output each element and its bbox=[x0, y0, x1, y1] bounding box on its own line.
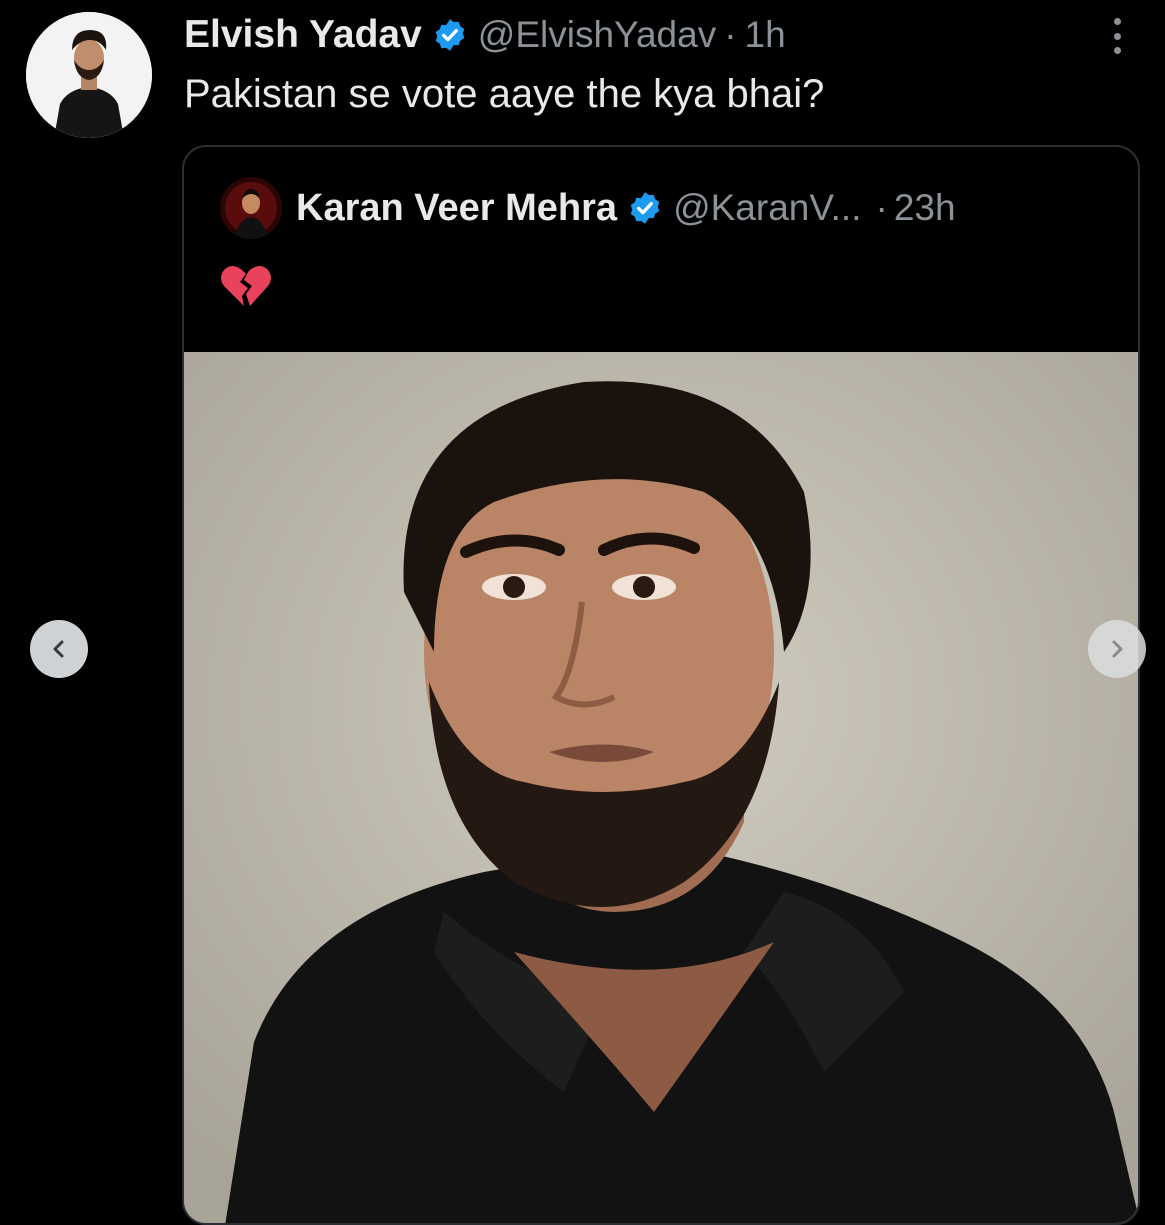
quoted-tweet-photo[interactable] bbox=[184, 352, 1138, 1223]
more-options-icon[interactable] bbox=[1100, 14, 1134, 58]
quote-author-handle[interactable]: @KaranV... bbox=[673, 187, 861, 229]
chevron-right-icon[interactable] bbox=[1088, 620, 1146, 678]
quote-author-name[interactable]: Karan Veer Mehra bbox=[296, 187, 617, 230]
quote-meta-separator: · bbox=[875, 187, 888, 228]
verified-badge-icon bbox=[627, 190, 663, 226]
author-avatar[interactable] bbox=[26, 12, 152, 138]
quoted-tweet-card[interactable]: Karan Veer Mehra @KaranV... · 23h bbox=[182, 145, 1140, 1225]
tweet-timestamp[interactable]: 1h bbox=[745, 14, 786, 56]
author-line: Elvish Yadav @ElvishYadav · 1h bbox=[184, 10, 786, 60]
quote-header: Karan Veer Mehra @KaranV... · 23h bbox=[220, 177, 956, 239]
meta-separator: · bbox=[724, 14, 737, 55]
verified-badge-icon bbox=[432, 17, 468, 53]
author-name[interactable]: Elvish Yadav bbox=[184, 13, 422, 57]
quote-author-avatar[interactable] bbox=[220, 177, 282, 239]
tweet[interactable]: Elvish Yadav @ElvishYadav · 1h Pakistan … bbox=[0, 0, 1165, 1225]
quote-timestamp[interactable]: 23h bbox=[894, 187, 956, 229]
author-handle[interactable]: @ElvishYadav bbox=[478, 14, 716, 56]
chevron-left-icon[interactable] bbox=[30, 620, 88, 678]
broken-heart-emoji bbox=[220, 262, 272, 310]
tweet-text: Pakistan se vote aaye the kya bhai? bbox=[184, 72, 825, 116]
